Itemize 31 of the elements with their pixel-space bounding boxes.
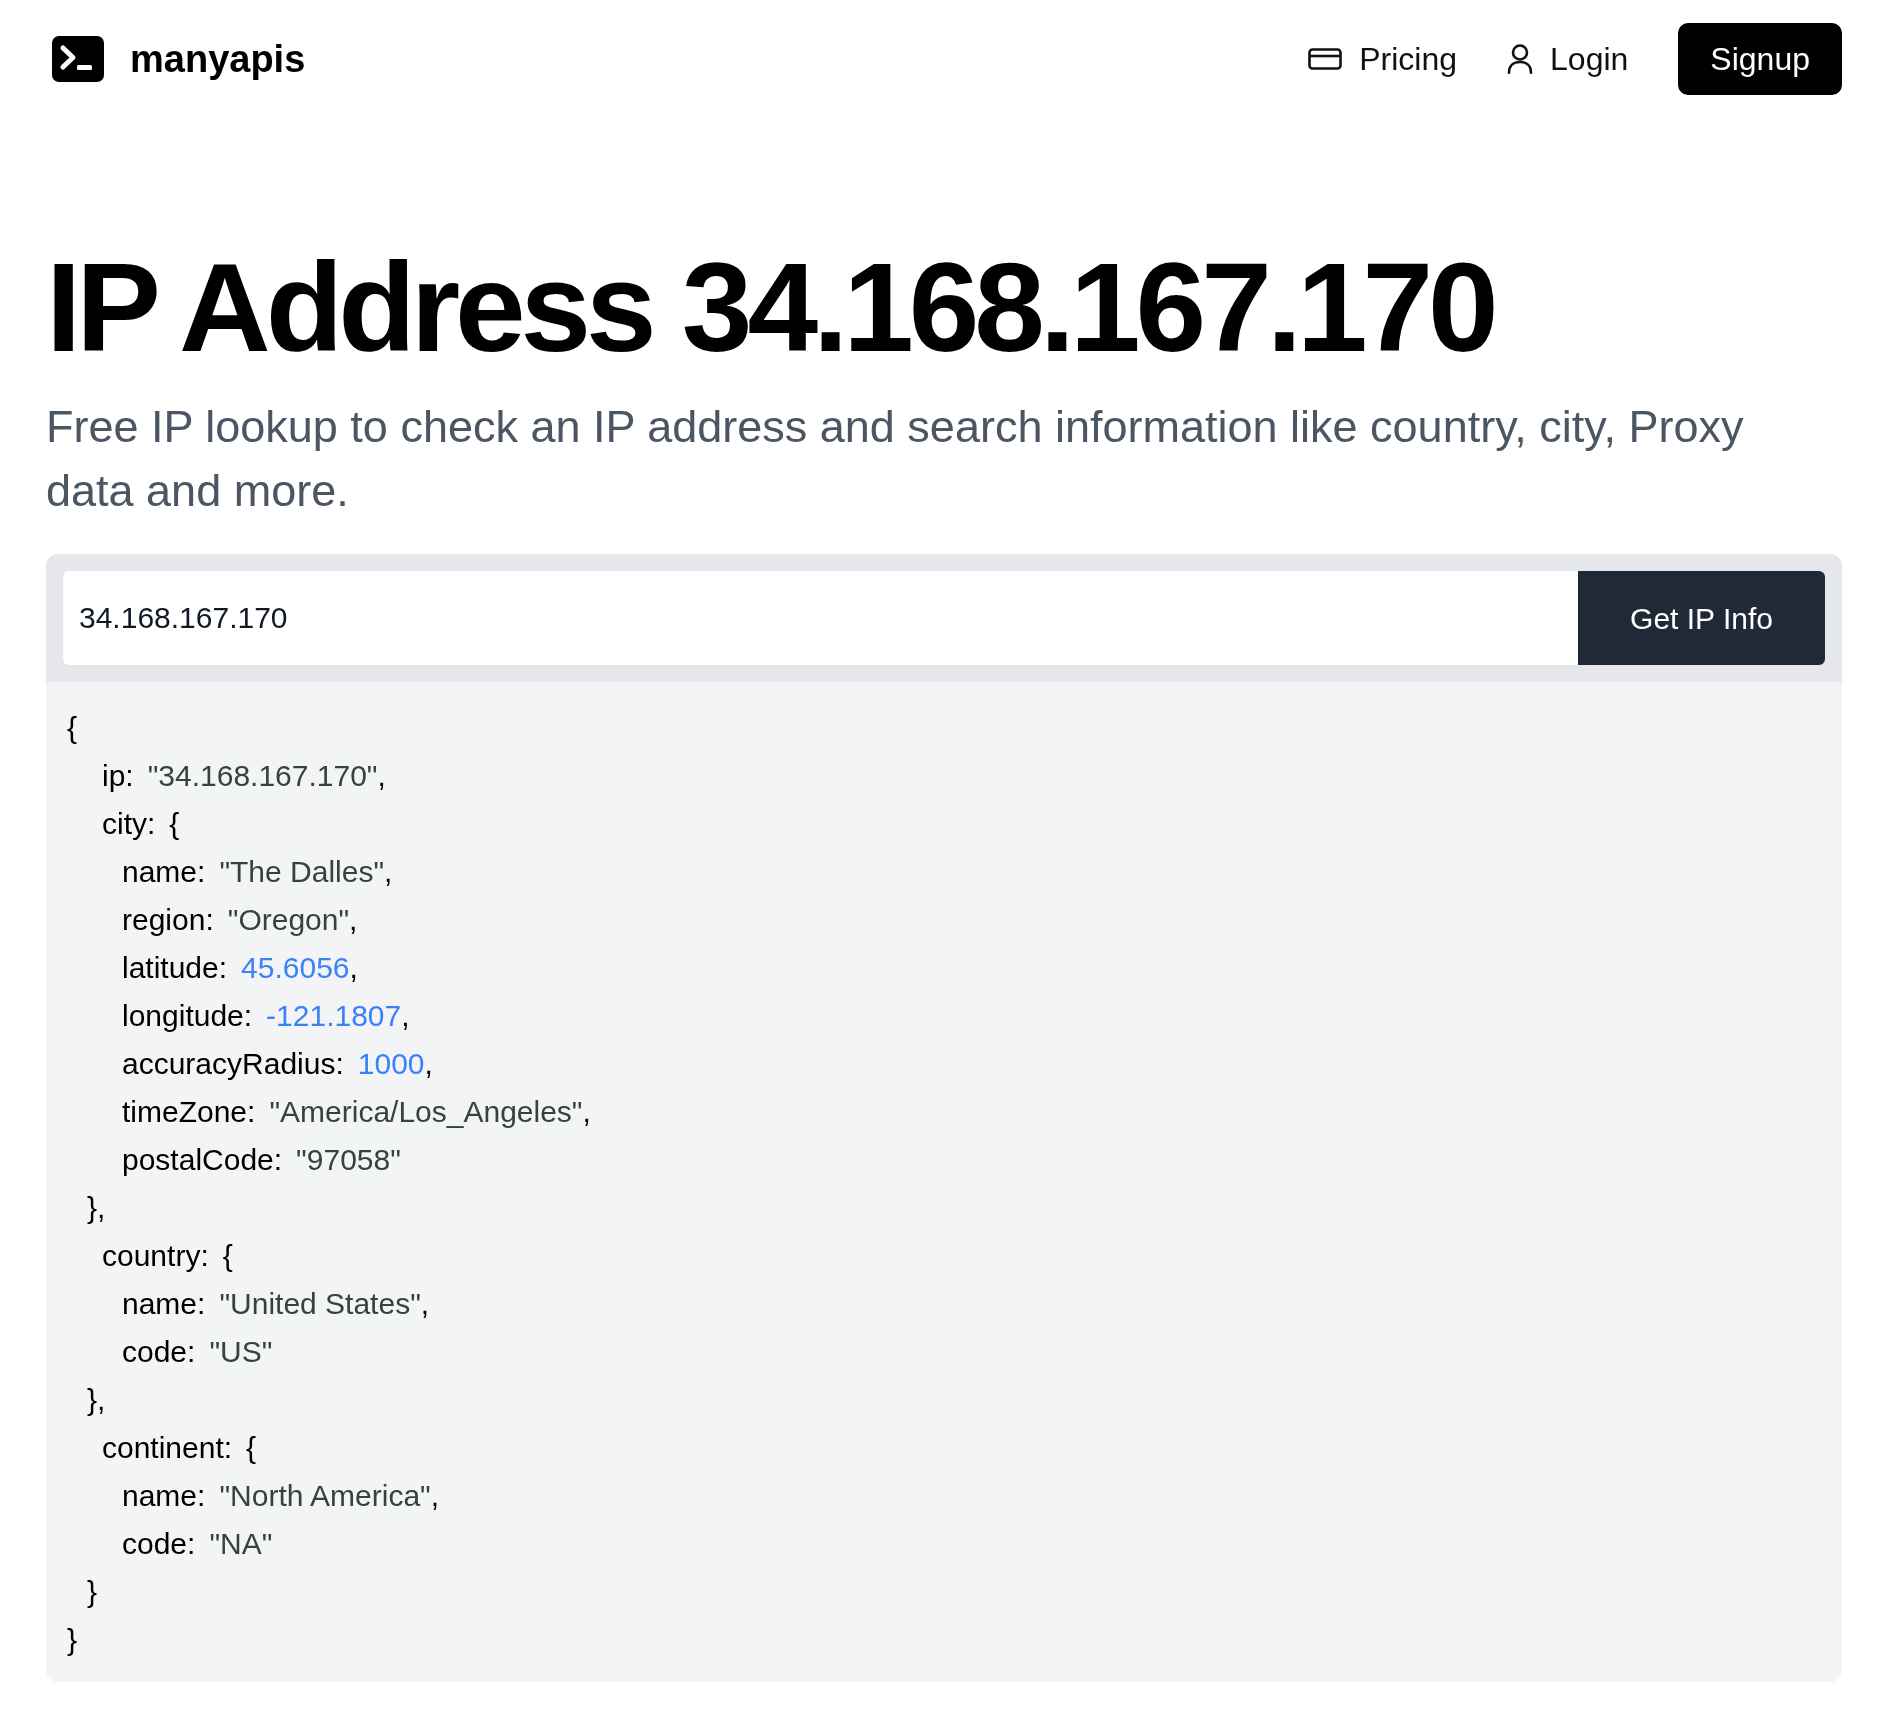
home-link[interactable]: manyapis	[52, 30, 306, 88]
json-line: name: "United States",	[122, 1286, 430, 1322]
json-line: name: "North America",	[122, 1478, 440, 1514]
json-line: accuracyRadius: 1000,	[122, 1046, 433, 1082]
json-line: ip: "34.168.167.170",	[102, 758, 386, 794]
json-line: postalCode: "97058"	[122, 1142, 401, 1178]
json-line: longitude: -121.1807,	[122, 998, 410, 1034]
json-brace: },	[87, 1382, 106, 1418]
nav-link[interactable]: Login	[1507, 35, 1629, 83]
json-brace: }	[87, 1574, 98, 1610]
terminal-prompt-icon	[52, 36, 104, 82]
json-line: code: "US"	[122, 1334, 273, 1370]
json-line: continent: {	[102, 1430, 257, 1466]
json-line: code: "NA"	[122, 1526, 273, 1562]
json-line: latitude: 45.6056,	[122, 950, 358, 986]
ip-input[interactable]: 34.168.167.170	[63, 571, 1578, 665]
page-title: IP Address 34.168.167.170	[46, 244, 1495, 371]
json-line: country: {	[102, 1238, 233, 1274]
json-brace: },	[87, 1190, 106, 1226]
nav-link[interactable]: Pricing	[1308, 35, 1458, 83]
signup-button[interactable]: Signup	[1678, 23, 1842, 95]
get-ip-info-button[interactable]: Get IP Info	[1578, 571, 1825, 665]
json-line: name: "The Dalles",	[122, 854, 393, 890]
user-icon	[1507, 44, 1534, 74]
json-line: city: {	[102, 806, 180, 842]
json-brace: {	[67, 710, 78, 746]
credit-card-icon	[1308, 48, 1343, 70]
json-line: region: "Oregon",	[122, 902, 358, 938]
page-subtitle: Free IP lookup to check an IP address and search information like country, city, Proxy data and more.	[46, 400, 1745, 518]
json-brace: }	[67, 1622, 78, 1658]
json-line: timeZone: "America/Los_Angeles",	[122, 1094, 591, 1130]
